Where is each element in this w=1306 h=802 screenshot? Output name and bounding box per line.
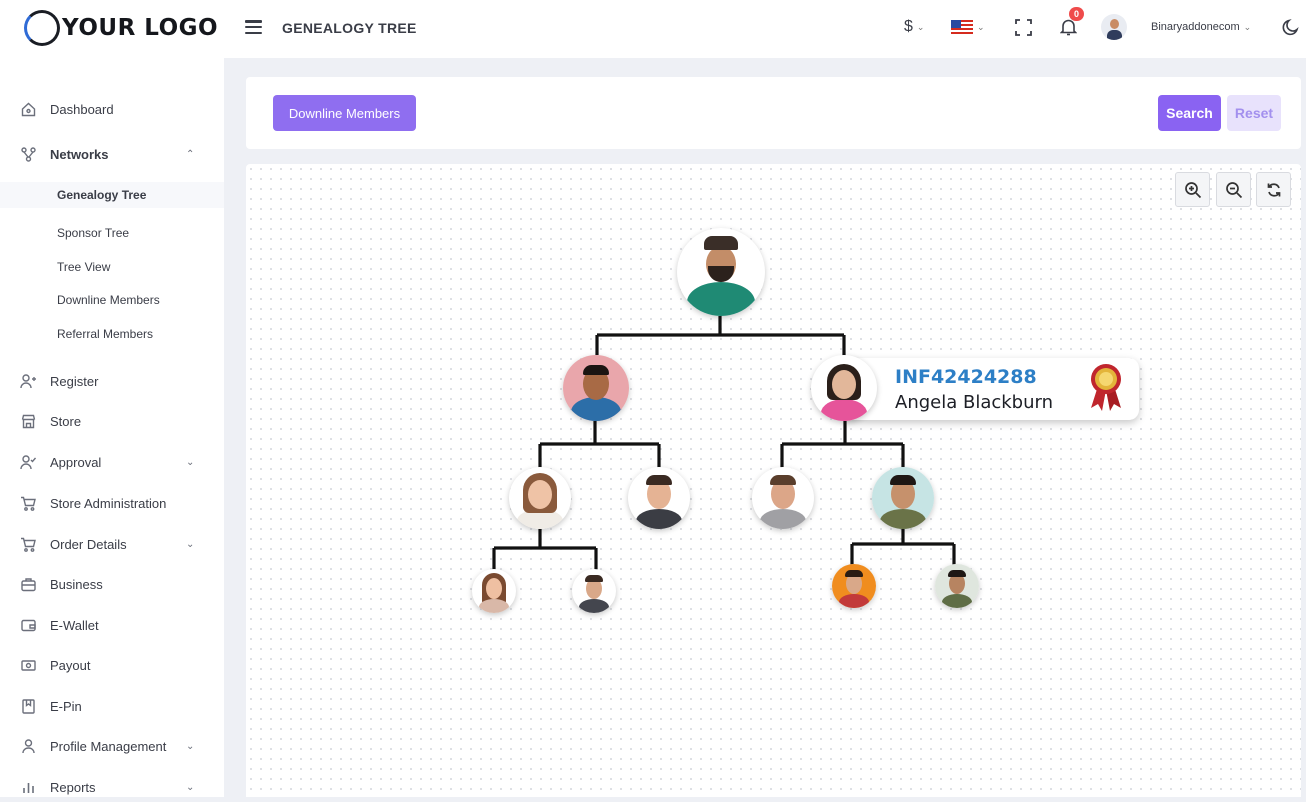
tree-node-root[interactable] bbox=[677, 228, 765, 316]
tree-node-left-child[interactable] bbox=[563, 355, 629, 421]
tree-node-level4-4[interactable] bbox=[935, 564, 979, 608]
member-name: Angela Blackburn bbox=[895, 392, 1054, 413]
tree-node-level3-1[interactable] bbox=[509, 467, 571, 529]
tree-node-level3-4[interactable] bbox=[872, 467, 934, 529]
tree-node-level3-3[interactable] bbox=[752, 467, 814, 529]
member-id: INF42424288 bbox=[895, 366, 1037, 388]
tree-node-level4-1[interactable] bbox=[472, 569, 516, 613]
tree-node-level4-3[interactable] bbox=[832, 564, 876, 608]
award-ribbon-icon bbox=[1091, 364, 1121, 411]
tree-node-right-child[interactable] bbox=[811, 355, 877, 421]
tree-node-level4-2[interactable] bbox=[572, 569, 616, 613]
tree-node-level3-2[interactable] bbox=[628, 467, 690, 529]
